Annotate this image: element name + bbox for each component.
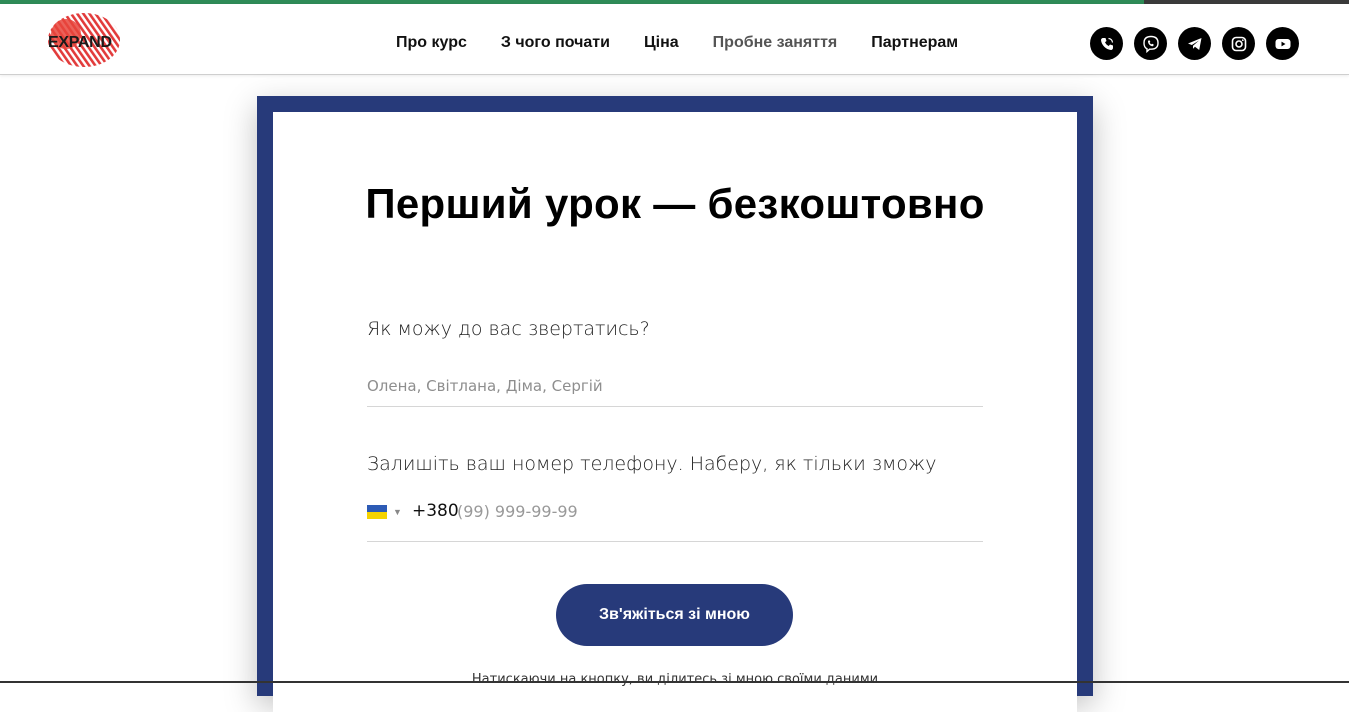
expand-logo[interactable]: EXPAND bbox=[44, 12, 120, 70]
telegram-icon[interactable] bbox=[1178, 27, 1211, 60]
social-links bbox=[1090, 27, 1310, 60]
name-input[interactable] bbox=[367, 366, 983, 407]
form-title: Перший урок — безкоштовно bbox=[365, 180, 985, 227]
chevron-down-icon[interactable]: ▼ bbox=[393, 507, 402, 517]
phone-field-label: Залишіть ваш номер телефону. Наберу, як … bbox=[367, 453, 937, 475]
nav-item-trial-lesson[interactable]: Пробне заняття bbox=[713, 34, 838, 52]
nav-item-about[interactable]: Про курс bbox=[396, 34, 467, 52]
trial-lesson-card-frame: Перший урок — безкоштовно Як можу до вас… bbox=[257, 96, 1093, 712]
phone-placeholder: (99) 999-99-99 bbox=[457, 502, 578, 521]
nav-item-start[interactable]: З чого почати bbox=[501, 34, 610, 52]
logo-text: EXPAND bbox=[48, 34, 112, 51]
main-nav: Про курс З чого почати Ціна Пробне занят… bbox=[396, 34, 992, 52]
privacy-disclaimer: Натискаючи на кнопку, ви ділитесь зі мно… bbox=[471, 672, 879, 687]
phone-icon[interactable] bbox=[1090, 27, 1123, 60]
trial-lesson-form: Перший урок — безкоштовно Як можу до вас… bbox=[273, 112, 1077, 712]
phone-input[interactable]: ▼ +380 (99) 999-99-99 bbox=[367, 494, 983, 542]
nav-item-partners[interactable]: Партнерам bbox=[871, 34, 958, 52]
ukraine-flag-icon[interactable] bbox=[367, 505, 387, 519]
youtube-icon[interactable] bbox=[1266, 27, 1299, 60]
phone-country-code: +380 bbox=[412, 501, 459, 521]
site-header: EXPAND Про курс З чого почати Ціна Пробн… bbox=[0, 4, 1349, 75]
viber-icon[interactable] bbox=[1134, 27, 1167, 60]
nav-item-price[interactable]: Ціна bbox=[644, 34, 679, 52]
contact-me-button[interactable]: Зв'яжіться зі мною bbox=[556, 584, 793, 646]
instagram-icon[interactable] bbox=[1222, 27, 1255, 60]
name-field-label: Як можу до вас звертатись? bbox=[367, 318, 650, 340]
